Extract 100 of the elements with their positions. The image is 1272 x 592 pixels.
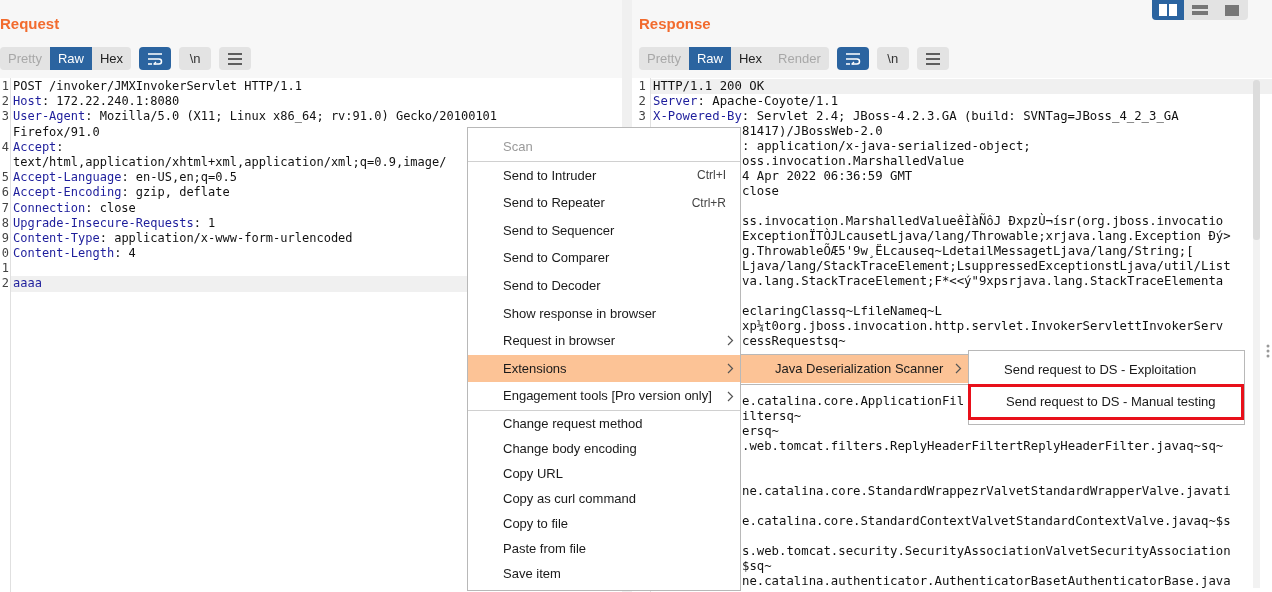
code-text: : Mozilla/5.0 (X11; Linux x86_64; rv:91.0) Gecko/20100101 [85, 109, 498, 124]
code-text: oss.invocation.MarshalledValue [742, 154, 965, 168]
line-number: 4 [1, 139, 9, 154]
header-name: X-Powered-By [653, 109, 742, 123]
pane-title: Response [639, 14, 711, 34]
pane-title: Request [0, 14, 60, 34]
code-text: va.lang.StackTraceElement;F*<<ý"9xpsrjava.lang.StackTraceElementa [742, 274, 1224, 288]
view-tab[interactable]: Hex [92, 47, 132, 70]
code-text: iltersq~ [742, 409, 802, 423]
wrap-icon [844, 52, 861, 65]
code-text: ss.invocation.MarshalledValueêÌàÑôJ ĐxpzÙ¬ísr(org.jboss.invocatio [742, 214, 1224, 228]
newline-button[interactable]: \n [179, 47, 212, 70]
wrap-icon [147, 52, 164, 65]
code-text: : gzip, deflate [121, 185, 230, 200]
view-tab[interactable]: Raw [49, 47, 92, 70]
line-number: 3 [1, 109, 9, 124]
menu-item[interactable]: Send to Decoder [468, 271, 740, 300]
header-name: Host [13, 94, 42, 109]
view-tab[interactable]: Raw [688, 47, 731, 70]
line-number: 5 [1, 170, 9, 185]
code-text: $sq~ [742, 559, 772, 573]
line-number: 6 [1, 185, 9, 200]
code-text: : application/x-www-form-urlencoded [99, 230, 353, 245]
code-text: 4 Apr 2022 06:36:59 GMT [742, 169, 913, 183]
code-text: e.catalina.core.ApplicationFil [742, 394, 965, 408]
menu-item[interactable]: Change request method [468, 410, 740, 436]
code-text: xp¼t0org.jboss.invocation.http.servlet.InvokerServlettInvokerServ [742, 319, 1224, 333]
menu-button[interactable] [219, 47, 252, 70]
code-text: cessRequestsq~ [742, 334, 846, 348]
code-text: : 4 [114, 246, 136, 261]
header-name: Accept-Encoding [13, 185, 122, 200]
line-number: 7 [1, 200, 9, 215]
menu-icon [925, 52, 940, 65]
code-text: text/html,application/xhtml+xml,application/xml;q=0.9,image/ [13, 154, 447, 169]
header-name: Server [653, 94, 698, 108]
menu-item[interactable]: Copy URL [468, 460, 740, 486]
menu-item[interactable]: Paste from file [468, 535, 740, 561]
line-number: 8 [1, 215, 9, 230]
code-text: : en-US,en;q=0.5 [121, 170, 237, 185]
line-number: 2 [1, 276, 9, 291]
code-text: g.ThrowableÕÆ5'9w¸ËLcauseq~LdetailMessagetLjava/lang/String;[ [742, 244, 1194, 258]
code-text: s.web.tomcat.security.SecurityAssociationValvetSecurityAssociation [742, 544, 1231, 558]
line-number: 9 [1, 230, 9, 245]
header-name: Connection [13, 200, 86, 215]
menu-item[interactable]: Save item [468, 560, 740, 586]
line-number: 1 [1, 79, 9, 93]
square-icon [1225, 4, 1239, 16]
scrollbar-thumb[interactable] [1253, 80, 1260, 240]
line-number: 1 [638, 79, 646, 93]
code-text: 81417)/JBossWeb-2.0 [742, 124, 883, 138]
wrap-button[interactable] [139, 47, 172, 70]
menu-item[interactable]: Send request to DS - Exploitation [969, 356, 1244, 384]
shortcut-text: Ctrl+R [691, 195, 726, 212]
code-text: : 172.22.240.1:8080 [41, 94, 180, 109]
header-name: Upgrade-Insecure-Requests [13, 215, 194, 230]
header-name: Accept [13, 139, 57, 154]
wrap-button[interactable] [836, 47, 869, 70]
menu-item[interactable]: Copy as curl command [468, 485, 740, 511]
code-text: POST /invoker/JMXInvokerServlet HTTP/1.1 [13, 79, 302, 93]
code-text: : Servlet 2.4; JBoss-4.2.3.GA (build: SVNTag=JBoss_4_2_3_GA [741, 109, 1179, 123]
code-text: : Apache-Coyote/1.1 [697, 94, 839, 108]
menu-item[interactable]: Extensions [468, 354, 740, 383]
line-number: 1 [1, 261, 9, 276]
menu-item[interactable]: Send request to DS - Manual testing [968, 383, 1244, 420]
line-number: 2 [1, 94, 9, 109]
header-name: Content-Length [13, 246, 115, 261]
code-text: Firefox/91.0 [13, 124, 100, 139]
header-name: Content-Type [13, 230, 100, 245]
menu-button[interactable] [916, 47, 949, 70]
menu-item[interactable]: Show response in browser [468, 299, 740, 328]
menu-item[interactable]: Change body encoding [468, 435, 740, 461]
columns-icon [1159, 4, 1177, 16]
shortcut-text: Ctrl+I [697, 167, 726, 185]
menu-item[interactable]: Send to Intruder Ctrl+I [468, 161, 740, 190]
menu-item[interactable]: Request in browser [468, 327, 740, 355]
menu-item[interactable]: Copy to file [468, 510, 740, 536]
view-tab[interactable]: Hex [731, 47, 771, 70]
code-text: ersq~ [742, 424, 780, 438]
code-text: close [742, 184, 780, 198]
layout-toggle[interactable] [1152, 0, 1184, 20]
menu-item[interactable]: Send to Repeater Ctrl+R [468, 189, 740, 217]
header-name: User-Agent [13, 109, 86, 124]
newline-button[interactable]: \n [876, 47, 909, 70]
code-text: : application/x-java-serialized-object; [742, 139, 1031, 153]
menu-item[interactable]: Send to Sequencer [468, 216, 740, 245]
code-text: .web.tomcat.filters.ReplyHeaderFiltertReplyHeaderFilter.javaq~sq~ [742, 439, 1224, 453]
code-text: : 1 [193, 215, 216, 230]
menu-item[interactable]: Java Deserialization Scanner [741, 355, 968, 383]
header-name: Accept-Language [13, 170, 122, 185]
line-number: 0 [1, 246, 9, 261]
menu-item[interactable]: Engagement tools [Pro version only] [468, 382, 740, 410]
code-text: ne.catalina.authenticator.AuthenticatorBasetAuthenticatorBase.java [742, 574, 1231, 588]
code-text: HTTP/1.1 200 OK [653, 79, 765, 93]
code-text: ExceptionÏTÒJLcausetLjava/lang/Throwable;xrjava.lang.Exception Đý> [742, 229, 1231, 243]
menu-item[interactable]: Send to Comparer [468, 244, 740, 272]
code-text: e.catalina.core.StandardContextValvetStandardContextValve.javaq~$s [742, 514, 1231, 528]
line-number: 2 [638, 94, 646, 108]
code-text: Ljava/lang/StackTraceElement;LsuppressedExceptionstLjava/util/List [742, 259, 1231, 273]
line-number: 3 [638, 109, 646, 123]
code-text: : [56, 139, 64, 154]
